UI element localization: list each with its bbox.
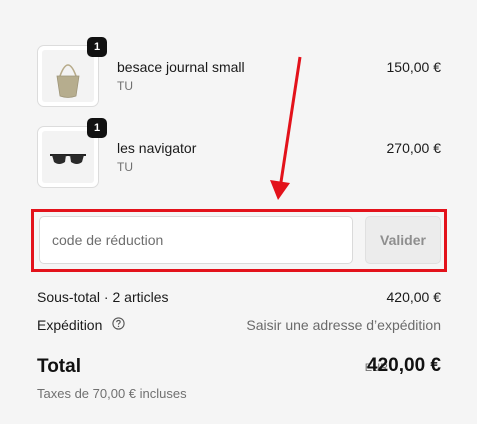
total-amount: 420,00 € (367, 355, 441, 376)
quantity-badge: 1 (87, 37, 107, 57)
cart-item: 1 les navigator TU 270,00 € (37, 118, 442, 190)
bag-image (42, 50, 94, 102)
product-name: les navigator (117, 140, 197, 156)
total-label: Total (37, 356, 81, 377)
shipping-row: Expédition (37, 317, 125, 333)
product-price: 150,00 € (386, 59, 442, 75)
cart-item: 1 besace journal small TU 150,00 € (37, 37, 442, 109)
help-icon[interactable] (112, 317, 125, 333)
shipping-value: Saisir une adresse d’expédition (246, 317, 441, 333)
subtotal-value: 420,00 € (386, 289, 442, 305)
product-variant: TU (117, 160, 133, 174)
sunglasses-image (42, 131, 94, 183)
product-name: besace journal small (117, 59, 245, 75)
product-variant: TU (117, 79, 133, 93)
discount-highlight-box: Valider (31, 209, 447, 272)
product-price: 270,00 € (386, 140, 442, 156)
apply-discount-button[interactable]: Valider (365, 216, 441, 264)
discount-code-input[interactable] (39, 216, 353, 264)
quantity-badge: 1 (87, 118, 107, 138)
taxes-note: Taxes de 70,00 € incluses (37, 386, 187, 401)
subtotal-label: Sous-total · 2 articles (37, 289, 169, 305)
shipping-label: Expédition (37, 317, 103, 333)
